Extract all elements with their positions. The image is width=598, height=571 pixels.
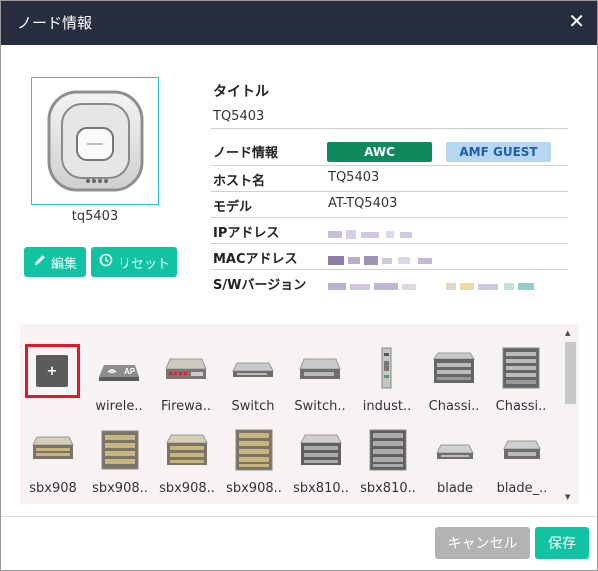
gallery-item-label: sbx908.. (92, 481, 148, 496)
ip-value-redacted (328, 225, 418, 239)
gallery-item-label: Switch.. (294, 399, 346, 414)
chassis-icon (432, 347, 476, 391)
add-button[interactable]: + (36, 355, 68, 387)
history-icon (98, 252, 114, 272)
gallery-item[interactable]: sbx810.. (356, 429, 420, 499)
divider (211, 217, 568, 218)
model-label: モデル (213, 200, 253, 215)
sbx908-icon (165, 429, 209, 473)
gallery-item-label: sbx908 (29, 481, 77, 496)
scrollbar-thumb[interactable] (565, 342, 576, 404)
edit-label: 編集 (50, 256, 77, 272)
gallery-scrollbar[interactable]: ▲ ▼ (563, 327, 577, 503)
gallery-item[interactable]: sbx810.. (289, 429, 353, 499)
gallery-item[interactable]: Chassi.. (422, 347, 486, 417)
footer-divider (1, 516, 597, 517)
gallery-item-label: blade (436, 481, 474, 496)
save-button[interactable]: 保存 (535, 527, 589, 559)
scroll-down-icon[interactable]: ▼ (565, 493, 570, 501)
wireless-ap-icon: AP (97, 347, 141, 391)
edit-button[interactable]: 編集 (24, 247, 86, 277)
host-value: TQ5403 (328, 170, 380, 185)
ip-label: IPアドレス (213, 226, 280, 241)
mac-label: MACアドレス (213, 252, 298, 267)
scroll-up-icon[interactable]: ▲ (565, 329, 570, 337)
gallery-item-label: wirele.. (95, 399, 143, 414)
gallery-item[interactable]: sbx908.. (222, 429, 286, 499)
gallery-item[interactable]: blade_.. (490, 429, 554, 499)
gallery-item-label: sbx810.. (360, 481, 416, 496)
switch-icon (231, 347, 275, 391)
model-value: AT-TQ5403 (328, 196, 398, 211)
reset-button[interactable]: リセット (91, 247, 177, 277)
gallery-item-label: blade_.. (496, 481, 548, 496)
divider (211, 165, 568, 166)
gallery-item-label: sbx908.. (226, 481, 282, 496)
device-name: tq5403 (71, 209, 119, 224)
blade-icon (433, 429, 477, 473)
gallery-item[interactable]: sbx908.. (155, 429, 219, 499)
gallery-item[interactable]: Switch (221, 347, 285, 417)
divider (211, 269, 568, 270)
node-info-dialog: ノード情報 ✕ tq5403 編集 リセット タイトル TQ5403 ノード情報… (0, 0, 598, 571)
blade-icon (500, 429, 544, 473)
divider (211, 243, 568, 244)
dialog-title: ノード情報 (17, 14, 93, 32)
firewall-icon (164, 347, 208, 391)
gallery-item[interactable]: sbx908 (21, 429, 85, 499)
sbx908-icon (31, 429, 75, 473)
gallery-item-label: Chassi.. (428, 399, 480, 414)
node-info-label: ノード情報 (213, 146, 279, 161)
switch-icon (298, 347, 342, 391)
sbx908-icon (232, 429, 276, 473)
add-device-tile[interactable]: + (25, 344, 80, 398)
divider (211, 128, 568, 129)
mac-value-redacted (328, 251, 436, 265)
gallery-item[interactable]: Switch.. (288, 347, 352, 417)
sbx8100-icon (299, 429, 343, 473)
sbx908-icon (98, 429, 142, 473)
gallery-item[interactable]: indust.. (355, 347, 419, 417)
svg-text:AP: AP (124, 367, 136, 376)
gallery-item[interactable]: Firewa.. (154, 347, 218, 417)
sw-version-label: S/Wバージョン (213, 278, 307, 293)
title-value: TQ5403 (213, 109, 265, 124)
divider (211, 191, 568, 192)
industrial-switch-icon (365, 347, 409, 391)
pencil-icon (33, 253, 47, 271)
gallery-item[interactable]: AP wirele.. (87, 347, 151, 417)
gallery-item[interactable]: Chassi.. (489, 347, 553, 417)
title-label: タイトル (213, 84, 269, 100)
gallery-item-label: sbx810.. (293, 481, 349, 496)
amf-guest-badge: AMF GUEST (446, 142, 551, 162)
gallery-item[interactable]: sbx908.. (88, 429, 152, 499)
gallery-item[interactable]: blade (423, 429, 487, 499)
reset-label: リセット (117, 256, 170, 272)
gallery-item-label: Firewa.. (160, 399, 212, 414)
sw-version-redacted (328, 277, 538, 290)
host-label: ホスト名 (213, 174, 266, 189)
chassis-tall-icon (499, 347, 543, 391)
gallery-item-label: indust.. (362, 399, 412, 414)
close-icon[interactable]: ✕ (568, 9, 585, 33)
awc-badge: AWC (327, 142, 432, 162)
gallery-item-label: Switch (231, 399, 275, 414)
gallery-item-label: Chassi.. (495, 399, 547, 414)
access-point-icon (47, 90, 144, 192)
device-image (31, 77, 159, 205)
sbx8100-icon (366, 429, 410, 473)
dialog-header: ノード情報 ✕ (1, 1, 597, 45)
gallery-item-label: sbx908.. (159, 481, 215, 496)
cancel-button[interactable]: キャンセル (435, 527, 530, 559)
